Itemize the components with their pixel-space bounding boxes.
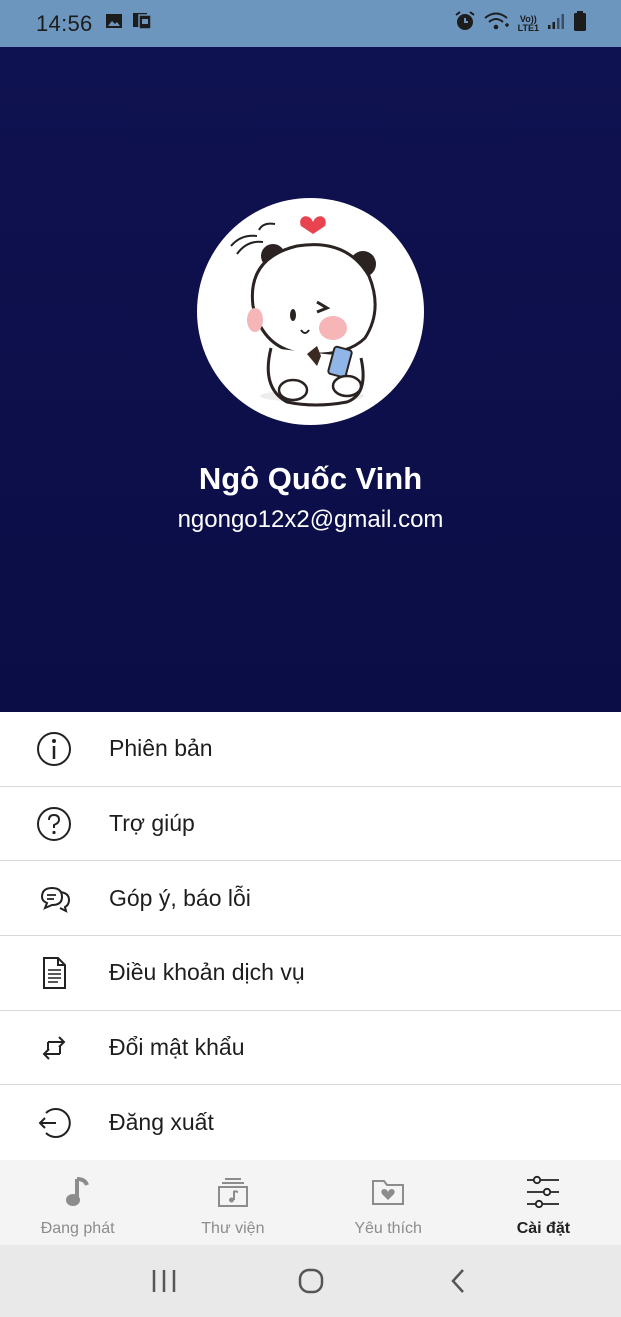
menu-label-terms: Điều khoản dịch vụ xyxy=(109,959,305,986)
swap-icon xyxy=(36,1030,72,1066)
tab-label-now-playing: Đang phát xyxy=(40,1220,115,1237)
menu-item-logout[interactable]: Đăng xuất xyxy=(0,1085,621,1160)
recent-apps-icon[interactable] xyxy=(144,1261,184,1301)
menu-item-help[interactable]: Trợ giúp xyxy=(0,787,621,862)
feedback-icon xyxy=(36,880,72,916)
tab-library[interactable]: Thư viện xyxy=(155,1160,310,1245)
home-icon[interactable] xyxy=(291,1261,331,1301)
alarm-icon xyxy=(454,10,476,37)
battery-icon xyxy=(573,10,587,37)
menu-label-help: Trợ giúp xyxy=(109,810,195,837)
menu-item-change-password[interactable]: Đổi mật khẩu xyxy=(0,1011,621,1086)
menu-label-version: Phiên bản xyxy=(109,735,213,762)
menu-label-logout: Đăng xuất xyxy=(109,1109,214,1136)
tab-label-settings: Cài đặt xyxy=(516,1220,571,1237)
library-icon xyxy=(215,1174,251,1210)
settings-menu: Phiên bản Trợ giúp Góp ý, báo lỗi Điều k… xyxy=(0,712,621,1161)
document-icon xyxy=(36,955,72,991)
tab-settings[interactable]: Cài đặt xyxy=(466,1160,621,1245)
system-nav-bar xyxy=(0,1245,621,1317)
avatar-bear-image xyxy=(230,216,377,407)
music-note-icon xyxy=(60,1174,96,1210)
gallery-icon xyxy=(105,13,123,34)
menu-item-version[interactable]: Phiên bản xyxy=(0,712,621,787)
info-icon xyxy=(36,731,72,767)
help-icon xyxy=(36,806,72,842)
user-name: Ngô Quốc Vinh xyxy=(198,461,423,496)
back-icon[interactable] xyxy=(438,1261,478,1301)
menu-item-feedback[interactable]: Góp ý, báo lỗi xyxy=(0,861,621,937)
sim-icon xyxy=(131,11,153,36)
favorite-folder-icon xyxy=(370,1174,406,1210)
tab-now-playing[interactable]: Đang phát xyxy=(0,1160,155,1245)
avatar[interactable] xyxy=(197,198,424,425)
menu-label-change-password: Đổi mật khẩu xyxy=(109,1034,245,1061)
status-time: 14:56 xyxy=(36,10,93,36)
user-email: ngongo12x2@gmail.com xyxy=(177,506,444,533)
menu-item-terms[interactable]: Điều khoản dịch vụ xyxy=(0,936,621,1011)
settings-sliders-icon xyxy=(525,1174,561,1210)
menu-label-feedback: Góp ý, báo lỗi xyxy=(109,884,251,911)
bottom-nav: Đang phát Thư viện Yêu thích Cài đặt xyxy=(0,1160,621,1245)
logout-icon xyxy=(36,1105,72,1141)
profile-header: Ngô Quốc Vinh ngongo12x2@gmail.com xyxy=(0,47,621,712)
status-bar: 14:56 Vo)) LTE1 xyxy=(0,0,621,47)
tab-label-favorites: Yêu thích xyxy=(354,1220,422,1237)
tab-label-library: Thư viện xyxy=(201,1220,265,1237)
tab-favorites[interactable]: Yêu thích xyxy=(311,1160,466,1245)
signal-icon xyxy=(547,12,565,35)
network-type: Vo)) LTE1 xyxy=(517,13,539,33)
wifi-icon xyxy=(484,11,510,36)
